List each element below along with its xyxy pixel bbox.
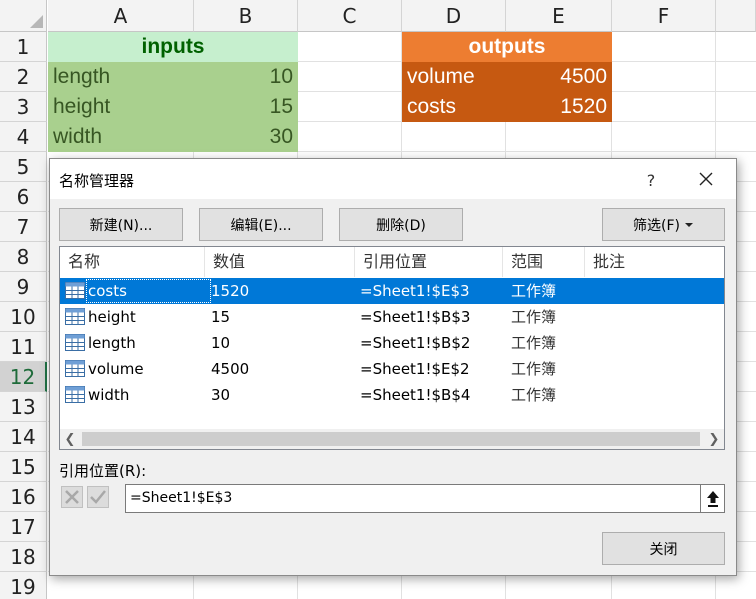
row-header-15[interactable]: 15 xyxy=(0,452,47,482)
checkmark-icon[interactable] xyxy=(87,486,109,508)
row-header-17[interactable]: 17 xyxy=(0,512,47,542)
column-header-g[interactable] xyxy=(716,0,756,32)
outputs-header-cell[interactable]: outputs xyxy=(402,32,612,62)
list-item-costs[interactable]: costs 1520 =Sheet1!$E$3 工作簿 xyxy=(60,278,724,304)
column-header-e[interactable]: E xyxy=(506,0,612,32)
table-name-icon xyxy=(65,282,85,299)
dialog-title: 名称管理器 xyxy=(59,172,135,190)
row-header-5[interactable]: 5 xyxy=(0,152,47,182)
cancel-x-icon[interactable] xyxy=(61,486,83,508)
new-button[interactable]: 新建(N)... xyxy=(59,208,183,241)
row-header-8[interactable]: 8 xyxy=(0,242,47,272)
value-cell: 4500 xyxy=(211,360,250,378)
row-header-14[interactable]: 14 xyxy=(0,422,47,452)
row-header-19[interactable]: 19 xyxy=(0,572,47,599)
name-cell: height xyxy=(88,308,136,326)
cell-a2[interactable]: length xyxy=(48,62,194,92)
select-all-triangle-icon xyxy=(30,15,43,28)
cell-d2[interactable]: volume xyxy=(402,62,506,92)
cell-b3[interactable]: 15 xyxy=(194,92,298,122)
row-header-2[interactable]: 2 xyxy=(0,62,47,92)
scope-cell: 工作簿 xyxy=(511,308,557,326)
scope-cell: 工作簿 xyxy=(511,360,557,378)
row-header-18[interactable]: 18 xyxy=(0,542,47,572)
row-header-13[interactable]: 13 xyxy=(0,392,47,422)
refers-to-label: 引用位置(R): xyxy=(59,462,147,480)
close-icon[interactable] xyxy=(686,165,726,193)
refers-to-cell: =Sheet1!$B$4 xyxy=(360,386,471,404)
list-item-length[interactable]: length 10 =Sheet1!$B$2 工作簿 xyxy=(60,330,724,356)
value-cell: 30 xyxy=(211,386,231,404)
scope-cell: 工作簿 xyxy=(511,334,557,352)
dialog-titlebar[interactable]: 名称管理器 ? xyxy=(50,159,736,199)
select-all-corner[interactable] xyxy=(0,0,47,32)
chevron-right-icon[interactable]: ❯ xyxy=(704,429,724,449)
names-list[interactable]: 名称 数值 引用位置 范围 批注 costs 1520 =Sheet1!$E$3… xyxy=(59,246,725,450)
cell-a4[interactable]: width xyxy=(48,122,194,152)
cell-a3[interactable]: height xyxy=(48,92,194,122)
row-header-3[interactable]: 3 xyxy=(0,92,47,122)
value-cell: 10 xyxy=(211,334,231,352)
horizontal-scrollbar[interactable]: ❮ ❯ xyxy=(60,429,724,449)
value-cell: 1520 xyxy=(211,282,250,300)
row-header-11[interactable]: 11 xyxy=(0,332,47,362)
refers-to-input[interactable]: =Sheet1!$E$3 xyxy=(125,484,701,513)
name-cell: width xyxy=(88,386,130,404)
row-header-6[interactable]: 6 xyxy=(0,182,47,212)
refers-to-cell: =Sheet1!$B$2 xyxy=(360,334,471,352)
column-header-b[interactable]: B xyxy=(194,0,298,32)
column-header-name[interactable]: 名称 xyxy=(60,247,205,277)
filter-button-label: 筛选(F) xyxy=(633,217,680,234)
refers-to-cell: =Sheet1!$B$3 xyxy=(360,308,471,326)
list-item-width[interactable]: width 30 =Sheet1!$B$4 工作簿 xyxy=(60,382,724,408)
collapse-dialog-icon[interactable] xyxy=(700,484,725,513)
table-name-icon xyxy=(65,386,85,403)
column-header-refers-to[interactable]: 引用位置 xyxy=(355,247,503,277)
row-header-12-selected[interactable]: 12 xyxy=(0,362,47,392)
column-header-scope[interactable]: 范围 xyxy=(503,247,585,277)
cell-d3[interactable]: costs xyxy=(402,92,506,122)
table-name-icon xyxy=(65,308,85,325)
column-header-c[interactable]: C xyxy=(298,0,402,32)
scope-cell: 工作簿 xyxy=(511,282,557,300)
edit-button[interactable]: 编辑(E)... xyxy=(199,208,323,241)
row-header-9[interactable]: 9 xyxy=(0,272,47,302)
inputs-header-cell[interactable]: inputs xyxy=(48,32,298,62)
table-name-icon xyxy=(65,334,85,351)
list-item-volume[interactable]: volume 4500 =Sheet1!$E$2 工作簿 xyxy=(60,356,724,382)
name-cell: costs xyxy=(88,282,127,300)
filter-button[interactable]: 筛选(F) xyxy=(602,208,725,241)
column-header-value[interactable]: 数值 xyxy=(205,247,355,277)
cell-e2[interactable]: 4500 xyxy=(506,62,612,92)
row-header-10[interactable]: 10 xyxy=(0,302,47,332)
row-header-16[interactable]: 16 xyxy=(0,482,47,512)
row-header-4[interactable]: 4 xyxy=(0,122,47,152)
table-name-icon xyxy=(65,360,85,377)
cell-e3[interactable]: 1520 xyxy=(506,92,612,122)
help-button[interactable]: ? xyxy=(633,167,669,193)
scope-cell: 工作簿 xyxy=(511,386,557,404)
triangle-down-icon xyxy=(684,222,693,227)
chevron-left-icon[interactable]: ❮ xyxy=(60,429,80,449)
list-item-height[interactable]: height 15 =Sheet1!$B$3 工作簿 xyxy=(60,304,724,330)
name-manager-dialog: 名称管理器 ? 新建(N)... 编辑(E)... 删除(D) 筛选(F) 名称… xyxy=(49,158,737,576)
column-header-d[interactable]: D xyxy=(402,0,506,32)
delete-button[interactable]: 删除(D) xyxy=(339,208,463,241)
name-cell: length xyxy=(88,334,136,352)
close-button[interactable]: 关闭 xyxy=(602,532,725,565)
value-cell: 15 xyxy=(211,308,231,326)
name-cell: volume xyxy=(88,360,144,378)
column-header-f[interactable]: F xyxy=(612,0,716,32)
column-header-comment[interactable]: 批注 xyxy=(585,247,724,277)
row-header-1[interactable]: 1 xyxy=(0,32,47,62)
refers-to-cell: =Sheet1!$E$3 xyxy=(360,282,470,300)
cell-b4[interactable]: 30 xyxy=(194,122,298,152)
scrollbar-thumb[interactable] xyxy=(82,432,700,446)
column-header-a[interactable]: A xyxy=(48,0,194,32)
row-header-7[interactable]: 7 xyxy=(0,212,47,242)
refers-to-cell: =Sheet1!$E$2 xyxy=(360,360,470,378)
cell-b2[interactable]: 10 xyxy=(194,62,298,92)
